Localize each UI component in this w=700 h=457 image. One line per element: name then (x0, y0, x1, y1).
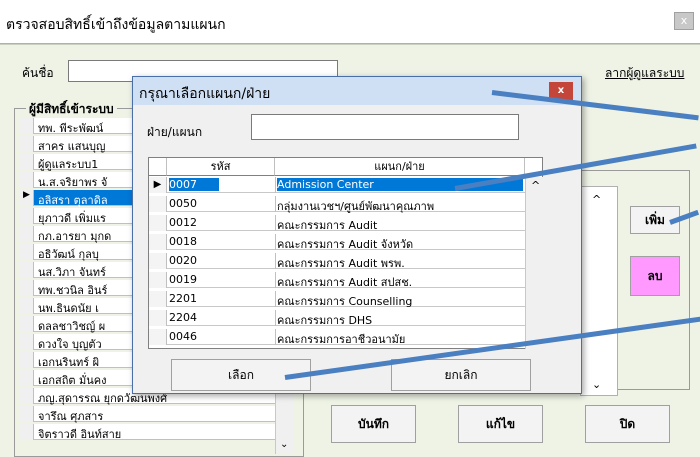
dept-name: คณะกรรมการ Audit จังหวัด (277, 238, 414, 251)
row-indicator[interactable] (149, 253, 167, 269)
row-indicator[interactable] (149, 272, 167, 288)
chevron-up-icon: ^ (531, 179, 541, 192)
user-name: จิตราวดี อินท์สาย (38, 428, 122, 441)
grid-corner (149, 158, 167, 176)
chevron-down-icon: ⌄ (592, 378, 602, 391)
row-indicator[interactable] (149, 215, 167, 231)
row-selector[interactable] (20, 172, 34, 188)
user-list-item[interactable]: จิตราวดี อินท์สาย (20, 424, 275, 441)
dept-name: คณะกรรมการ Audit (277, 219, 378, 232)
close-button[interactable]: ปิด (585, 405, 670, 443)
grid-row[interactable]: 0046 คณะกรรมการอาชีวอนามัย (149, 329, 525, 346)
dept-name: คณะกรรมการอาชีวอนามัย (277, 333, 406, 346)
row-selector[interactable] (20, 316, 34, 332)
row-selector[interactable] (20, 370, 34, 386)
dept-name: คณะกรรมการ Audit พรพ. (277, 257, 405, 270)
row-selector[interactable] (20, 226, 34, 242)
edit-button[interactable]: แก้ไข (458, 405, 543, 443)
chevron-down-icon: ⌄ (280, 439, 289, 450)
window-close-button[interactable]: x (674, 12, 694, 30)
row-selector[interactable] (20, 154, 34, 170)
dept-search-input[interactable] (251, 114, 519, 140)
selected-depts-list[interactable]: ^ ⌄ (580, 186, 618, 396)
grid-row[interactable]: 2201 คณะกรรมการ Counselling (149, 291, 525, 308)
dept-code: 0018 (169, 235, 197, 248)
chevron-up-icon: ^ (592, 193, 602, 206)
col-header-name[interactable]: แผนก/ฝ่าย (275, 158, 525, 176)
delete-button[interactable]: ลบ (630, 256, 680, 296)
user-name: จารึณ ศุภสาร (38, 410, 104, 423)
dept-name: คณะกรรมการ Counselling (277, 295, 413, 308)
grid-row[interactable]: 0012 คณะกรรมการ Audit (149, 215, 525, 232)
search-label: ค้นชื่อ (22, 66, 54, 80)
dept-code: 0020 (169, 254, 197, 267)
dept-name: คณะกรรมการ DHS (277, 314, 373, 327)
row-selector[interactable] (20, 298, 34, 314)
grid-row[interactable]: 0018 คณะกรรมการ Audit จังหวัด (149, 234, 525, 251)
row-selector[interactable] (20, 406, 34, 422)
users-group-title: ผู้มีสิทธิ์เข้าระบบ (26, 100, 117, 119)
row-selector[interactable] (20, 262, 34, 278)
cancel-button[interactable]: ยกเลิก (391, 359, 531, 391)
dept-field-label: ฝ่าย/แผนก (147, 125, 203, 139)
admin-link[interactable]: ลากผู้ดูแลระบบ (605, 64, 684, 83)
row-indicator[interactable] (149, 291, 167, 307)
grid-row[interactable]: 0020 คณะกรรมการ Audit พรพ. (149, 253, 525, 270)
row-selector[interactable]: ▶ (20, 190, 34, 206)
grid-row[interactable]: 0019 คณะกรรมการ Audit สปสช. (149, 272, 525, 289)
col-header-code[interactable]: รหัส (167, 158, 275, 176)
row-selector[interactable] (20, 280, 34, 296)
row-indicator[interactable]: ▶ (149, 177, 167, 193)
dept-code: 0019 (169, 273, 197, 286)
dept-code: 2204 (169, 311, 197, 324)
save-button[interactable]: บันทึก (331, 405, 416, 443)
window-title: ตรวจสอบสิทธิ์เข้าถึงข้อมูลตามแผนก (6, 17, 226, 33)
dept-code: 0050 (169, 197, 197, 210)
dept-code: 2201 (169, 292, 197, 305)
row-selector[interactable] (20, 244, 34, 260)
row-selector[interactable] (20, 424, 34, 440)
dialog-title: กรุณาเลือกแผนก/ฝ่าย (139, 86, 271, 102)
grid-row[interactable]: 0050 กลุ่มงานเวชฯ/ศูนย์พัฒนาคุณภาพ (149, 196, 525, 213)
row-selector[interactable] (20, 136, 34, 152)
grid-row[interactable]: 2204 คณะกรรมการ DHS (149, 310, 525, 327)
dialog-titlebar: กรุณาเลือกแผนก/ฝ่าย x (133, 77, 581, 105)
dept-name: คณะกรรมการ Audit สปสช. (277, 276, 413, 289)
dept-code: 0007 (169, 178, 219, 191)
dept-code: 0012 (169, 216, 197, 229)
row-selector[interactable] (20, 388, 34, 404)
dept-code: 0046 (169, 330, 197, 343)
row-indicator[interactable] (149, 234, 167, 250)
window-titlebar: ตรวจสอบสิทธิ์เข้าถึงข้อมูลตามแผนก x (0, 0, 700, 44)
row-selector[interactable] (20, 118, 34, 134)
row-indicator[interactable] (149, 329, 167, 345)
dept-name: กลุ่มงานเวชฯ/ศูนย์พัฒนาคุณภาพ (277, 200, 435, 213)
user-list-item[interactable]: จารึณ ศุภสาร (20, 406, 275, 423)
row-indicator[interactable] (149, 310, 167, 326)
grid-scrollbar[interactable]: ^ (525, 177, 543, 349)
row-indicator[interactable] (149, 196, 167, 212)
row-selector[interactable] (20, 334, 34, 350)
row-selector[interactable] (20, 208, 34, 224)
row-selector[interactable] (20, 352, 34, 368)
